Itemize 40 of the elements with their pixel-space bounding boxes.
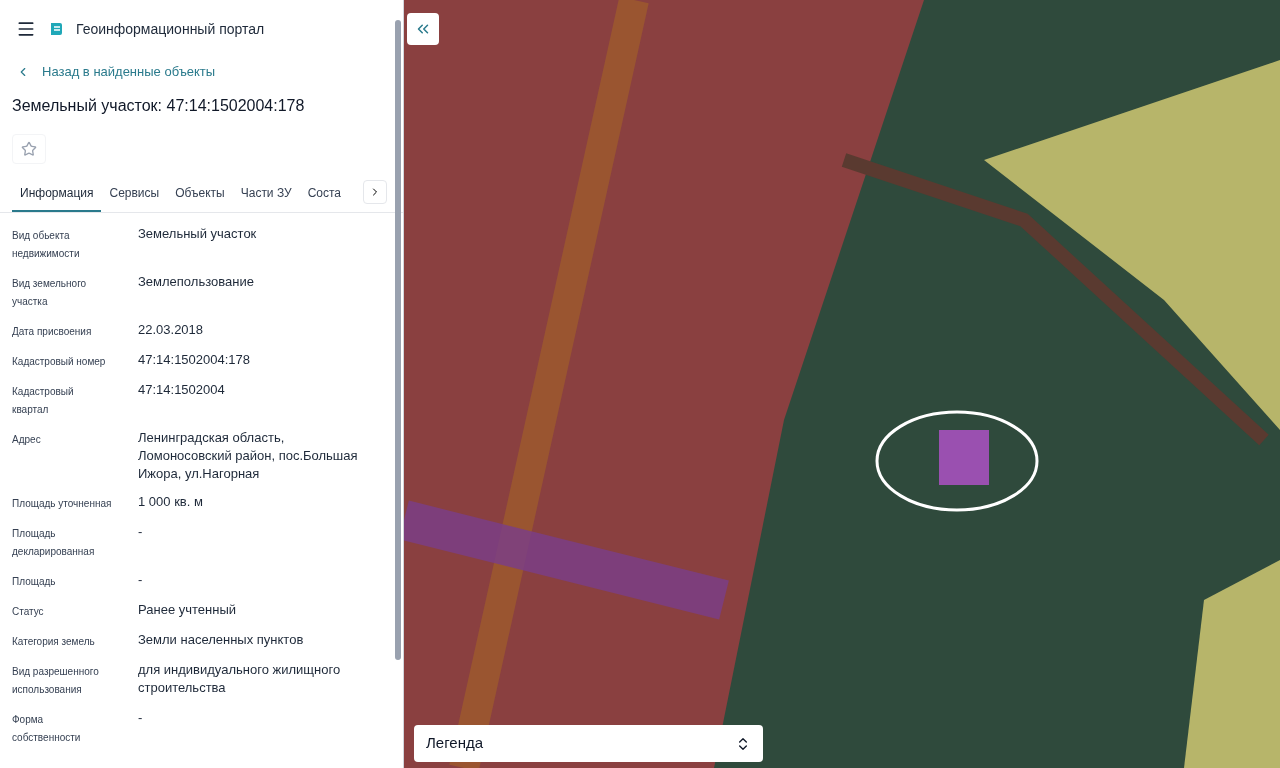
property-label: Вид земельного участка: [12, 276, 88, 309]
portal-title: Геоинформационный портал: [76, 19, 265, 39]
property-value: Земельный участок: [138, 224, 257, 243]
tab[interactable]: Информация: [12, 175, 102, 212]
property-value: 47:14:1502004:178: [138, 350, 251, 369]
property-label: Форма собственности: [12, 712, 82, 745]
property-label: Дата присвоения: [12, 324, 93, 339]
object-title: Земельный участок: 47:14:1502004:178: [11, 95, 306, 116]
property-label: Площадь декларированная: [12, 526, 96, 559]
property-label: Площадь уточненная: [12, 496, 112, 511]
property-label: Кадастровый квартал: [12, 384, 75, 417]
property-value: -: [138, 708, 143, 727]
property-label: Кадастровый номер: [12, 354, 107, 369]
menu-icon[interactable]: [16, 19, 36, 39]
property-value: 22.03.2018: [138, 320, 204, 339]
collapse-panel-button[interactable]: [407, 13, 439, 45]
tab[interactable]: Соста: [299, 175, 350, 212]
property-value: 47:14:1502004: [138, 380, 225, 399]
property-value: 1 000 кв. м: [138, 492, 203, 511]
property-label: Статус: [12, 604, 45, 619]
tab[interactable]: Сервисы: [101, 175, 168, 212]
property-label: Адрес: [12, 432, 42, 447]
property-label: Категория земель: [12, 634, 96, 649]
property-label: Вид обьекта недвижимости: [12, 228, 81, 261]
tab[interactable]: Части ЗУ: [232, 175, 300, 212]
property-value: для индивидуального жилищного строительства: [138, 660, 342, 697]
back-link[interactable]: Назад в найденные объекты: [0, 62, 403, 82]
property-value: -: [138, 570, 143, 589]
property-value: Ранее учтенный: [138, 600, 236, 619]
property-value: Ленинградская область, Ломоносовский район, пос.Большая Ижора, ул.Нагорная: [138, 428, 359, 483]
legend-dropdown[interactable]: Легенда: [414, 725, 763, 762]
property-value: -: [138, 522, 143, 541]
property-label: Площадь: [12, 574, 57, 589]
favorite-button[interactable]: [12, 133, 46, 164]
logo-icon: [48, 21, 64, 37]
property-label: Вид разрешенного использования: [12, 664, 100, 697]
star-icon: [21, 140, 37, 157]
property-value: Землепользование: [138, 272, 254, 291]
tab[interactable]: Объекты: [167, 175, 233, 212]
property-value: Земли населенных пунктов: [138, 630, 304, 649]
